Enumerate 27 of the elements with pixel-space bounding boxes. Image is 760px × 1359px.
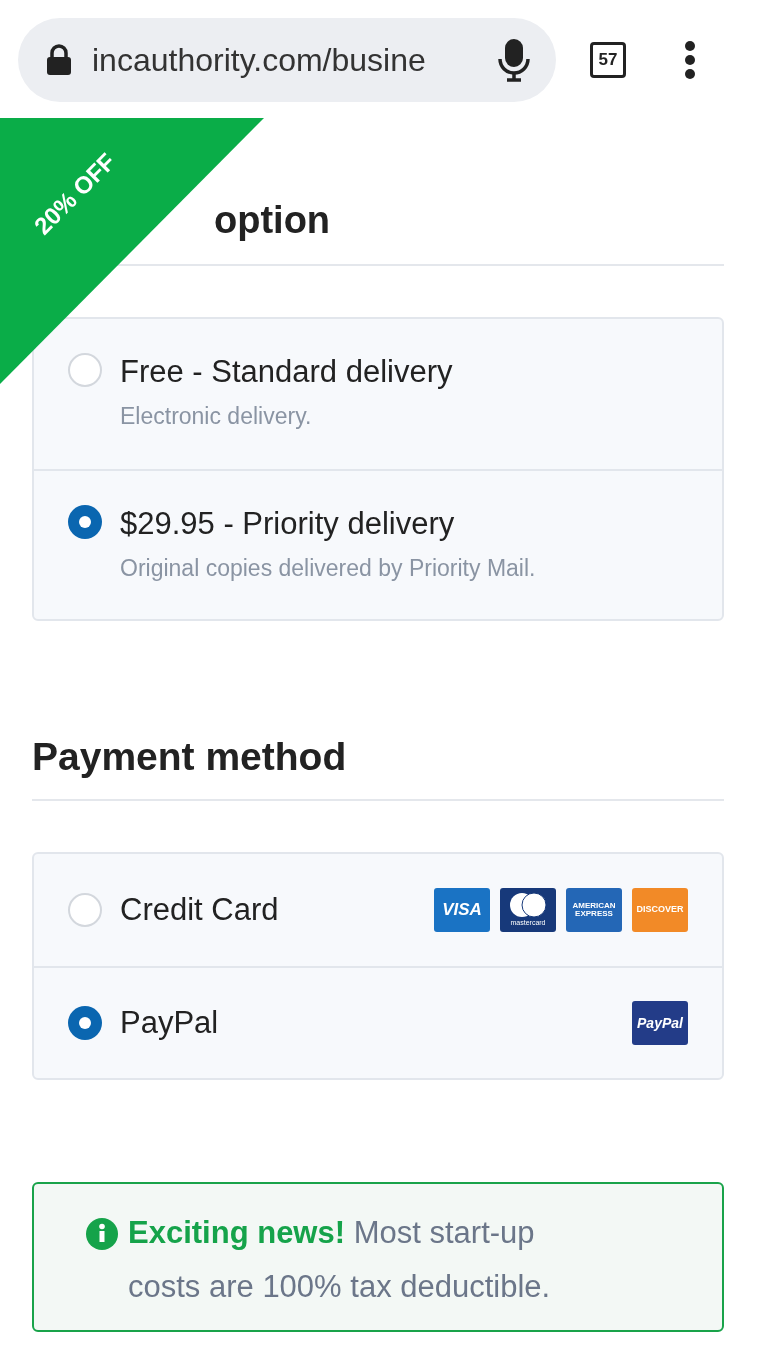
option-title: Free - Standard delivery: [120, 353, 453, 391]
paypal-logo: PayPal: [632, 1001, 688, 1045]
section-heading: Payment method: [32, 734, 347, 780]
radio-button[interactable]: [68, 505, 102, 539]
card-logo: AMERICAN EXPRESS: [566, 888, 622, 932]
microphone-icon[interactable]: [498, 38, 530, 82]
lock-icon: [46, 44, 72, 76]
option-title: PayPal: [120, 1004, 219, 1042]
card-logo: DISCOVER: [632, 888, 688, 932]
option-row[interactable]: $29.95 - Priority delivery Original copies delivered by Priority Mail.: [34, 469, 722, 619]
radio-button[interactable]: [68, 893, 102, 927]
option-row[interactable]: Free - Standard delivery Electronic delivery.: [34, 319, 722, 469]
url-text: incauthority.com/busine: [92, 41, 426, 80]
option-title: $29.95 - Priority delivery: [120, 505, 456, 543]
notice-text: Exciting news! Most start-up costs are 100% tax deductible.: [128, 1214, 552, 1306]
option-description: Electronic delivery.: [120, 402, 313, 431]
option-title: Credit Card: [120, 891, 279, 929]
section-heading: option: [214, 198, 331, 243]
radio-button[interactable]: [68, 1006, 102, 1040]
radio-button[interactable]: [68, 353, 102, 387]
option-row[interactable]: PayPal PayPal: [34, 966, 722, 1078]
address-bar[interactable]: incauthority.com/busine: [18, 18, 556, 102]
option-description: Original copies delivered by Priority Mail.: [120, 554, 536, 583]
card-logo: VISA: [434, 888, 490, 932]
info-icon: [86, 1218, 118, 1250]
more-menu-icon[interactable]: [684, 40, 696, 80]
tab-count-button[interactable]: 57: [590, 42, 626, 78]
